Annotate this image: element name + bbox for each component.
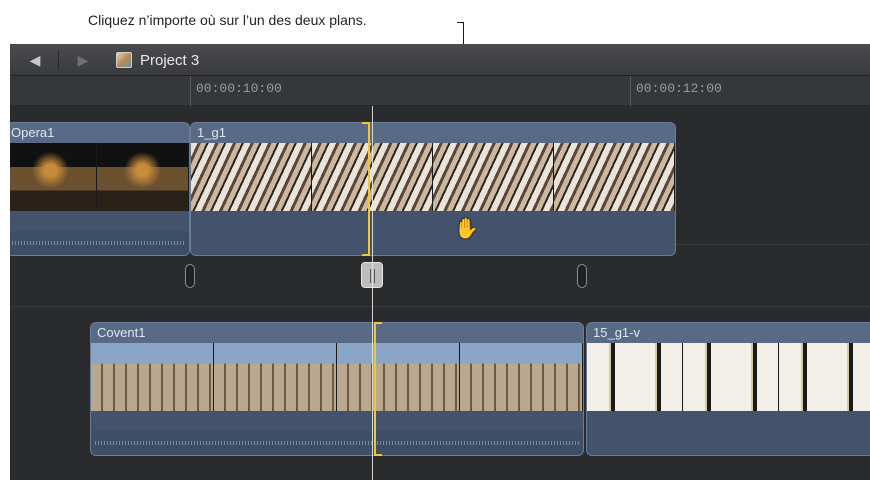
- clip-opera1[interactable]: Opera1: [10, 122, 190, 256]
- clip-thumbnails: [191, 143, 675, 211]
- clip-header: [91, 323, 583, 343]
- video-thumbnail: [91, 343, 214, 411]
- clip-title: Opera1: [11, 125, 55, 140]
- clip-audio: [91, 431, 583, 455]
- clip-audio: [10, 231, 189, 255]
- clip-covent1[interactable]: Covent1: [90, 322, 584, 456]
- selection-edge-bottom[interactable]: [374, 322, 382, 456]
- video-thumbnail: [460, 343, 583, 411]
- video-thumbnail: [214, 343, 337, 411]
- clip-thumbnails: [587, 343, 870, 411]
- grip-icon: [370, 269, 376, 283]
- nav-separator: [58, 50, 59, 70]
- clip-15-g1-v[interactable]: 15_g1-v: [586, 322, 870, 456]
- forward-arrow-icon[interactable]: ▶: [72, 51, 94, 69]
- timeline-toolbar: ◀ ▶ Project 3: [10, 44, 870, 76]
- ruler-tick: [630, 76, 631, 106]
- video-thumbnail: [554, 143, 675, 211]
- video-thumbnail: [433, 143, 554, 211]
- back-arrow-icon[interactable]: ◀: [24, 51, 46, 69]
- clip-title: Covent1: [97, 325, 146, 340]
- timecode-ruler[interactable]: 00:00:10:00 00:00:12:00: [10, 76, 870, 106]
- video-thumbnail: [779, 343, 870, 411]
- clip-1-g1[interactable]: 1_g1: [190, 122, 676, 256]
- audio-waveform: [95, 441, 579, 445]
- project-title: Project 3: [140, 52, 200, 69]
- timecode-label: 00:00:12:00: [636, 81, 722, 96]
- playhead[interactable]: [372, 106, 373, 480]
- video-thumbnail: [337, 343, 460, 411]
- clip-header: [191, 123, 675, 143]
- timeline-window: ◀ ▶ Project 3 00:00:10:00 00:00:12:00 Op…: [10, 44, 870, 480]
- video-thumbnail: [97, 143, 189, 211]
- hand-cursor-icon: ✋: [454, 218, 479, 240]
- audio-waveform: [10, 241, 185, 245]
- video-thumbnail: [10, 143, 97, 211]
- instruction-callout: Cliquez n’importe où sur l’un des deux p…: [88, 12, 367, 28]
- timecode-label: 00:00:10:00: [196, 81, 282, 96]
- selection-edge-top[interactable]: [362, 122, 370, 256]
- clip-thumbnails: [91, 343, 583, 411]
- clip-title: 15_g1-v: [593, 325, 640, 340]
- connection-point-handle[interactable]: [185, 264, 195, 288]
- lane-divider: [10, 306, 870, 307]
- clip-title: 1_g1: [197, 125, 226, 140]
- connection-point-handle[interactable]: [577, 264, 587, 288]
- clip-thumbnails: [10, 143, 189, 211]
- video-thumbnail: [683, 343, 779, 411]
- timeline-tracks: Opera1 1_g1 Covent1 15_g1-v: [10, 106, 870, 480]
- project-icon: [116, 52, 132, 68]
- ruler-tick: [190, 76, 191, 106]
- video-thumbnail: [191, 143, 312, 211]
- video-thumbnail: [587, 343, 683, 411]
